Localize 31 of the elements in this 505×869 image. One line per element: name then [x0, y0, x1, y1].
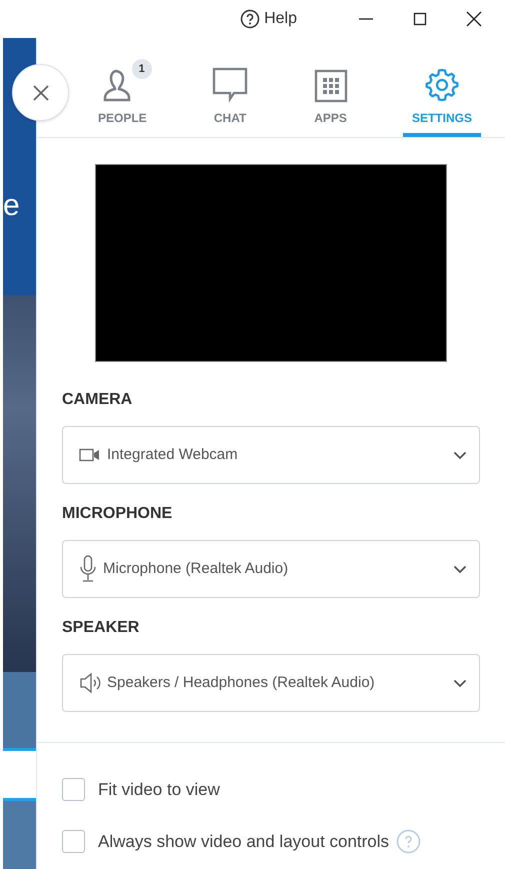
section-heading: MICROPHONE: [62, 504, 174, 524]
close-icon: [465, 10, 483, 28]
camera-icon: [79, 448, 101, 462]
help-icon: [240, 9, 260, 29]
checkbox-label: Fit video to view: [98, 779, 220, 801]
chevron-down-icon: [453, 450, 467, 460]
maximize-icon: [412, 11, 428, 27]
microphone-icon: [79, 555, 97, 583]
section-heading: CAMERA: [62, 390, 134, 410]
device-dropdown[interactable]: Microphone (Realtek Audio): [62, 540, 480, 598]
chevron-down-icon: [453, 564, 467, 574]
checkbox[interactable]: [62, 830, 85, 853]
settings-icon: [424, 67, 460, 103]
device-dropdown[interactable]: Integrated Webcam: [62, 426, 480, 484]
close-icon: [32, 84, 50, 102]
count-badge: 1: [132, 59, 152, 79]
close-panel-button[interactable]: [12, 64, 69, 121]
section-heading: SPEAKER: [62, 618, 140, 638]
help-button[interactable]: Help: [240, 7, 297, 31]
tab[interactable]: APPS: [304, 63, 357, 137]
minimize-icon: [359, 18, 373, 20]
background-text: e: [3, 191, 20, 221]
speaker-icon: [79, 672, 101, 694]
checkbox-label: Always show video and layout controls: [98, 830, 390, 852]
checkbox[interactable]: [62, 778, 85, 802]
device-dropdown[interactable]: Speakers / Headphones (Realtek Audio): [62, 654, 480, 712]
grid-icon: [314, 69, 348, 103]
tab[interactable]: CHAT: [202, 63, 258, 137]
help-icon[interactable]: [396, 828, 422, 854]
chat-icon: [211, 65, 250, 103]
chevron-down-icon: [453, 678, 467, 688]
